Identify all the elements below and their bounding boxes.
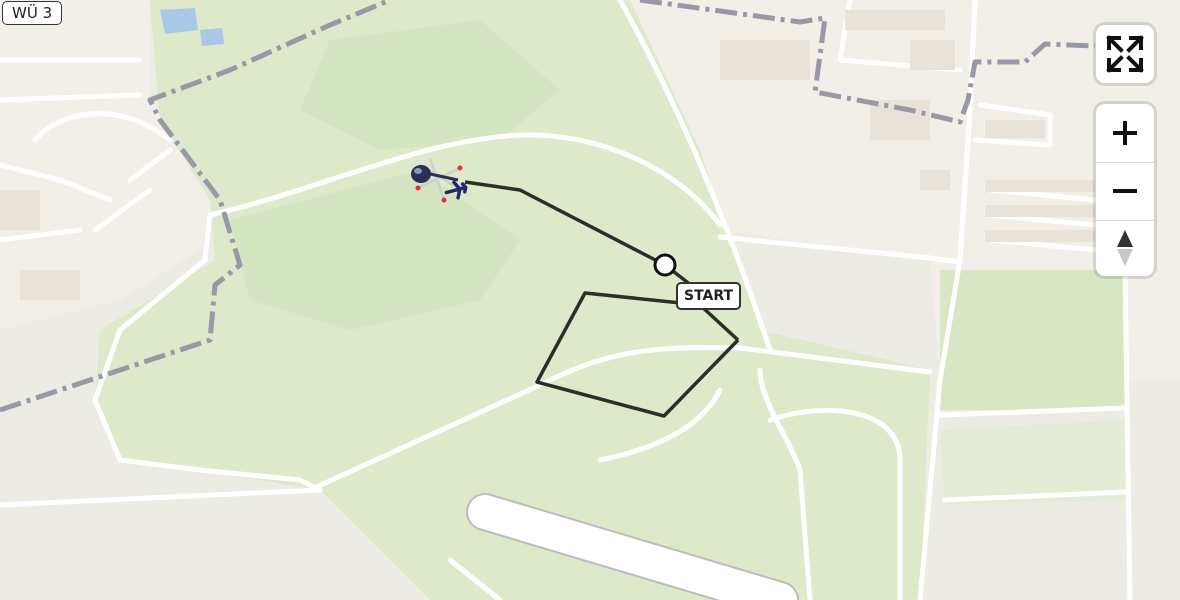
minus-icon xyxy=(1113,189,1137,193)
fullscreen-control xyxy=(1096,25,1154,83)
fullscreen-icon xyxy=(1106,35,1144,73)
map-canvas[interactable] xyxy=(0,0,1180,600)
road-label: WÜ 3 xyxy=(2,1,63,25)
pond xyxy=(160,8,198,34)
plus-icon xyxy=(1113,121,1137,145)
start-marker[interactable] xyxy=(653,253,677,277)
zoom-control xyxy=(1096,104,1154,276)
park-field-east xyxy=(940,270,1125,410)
zoom-out-button[interactable] xyxy=(1096,162,1154,220)
start-label: START xyxy=(676,282,742,310)
compass-icon xyxy=(1117,230,1133,266)
compass-button[interactable] xyxy=(1096,220,1154,276)
pond-small xyxy=(200,28,224,46)
zoom-in-button[interactable] xyxy=(1096,104,1154,162)
fullscreen-button[interactable] xyxy=(1096,25,1154,83)
